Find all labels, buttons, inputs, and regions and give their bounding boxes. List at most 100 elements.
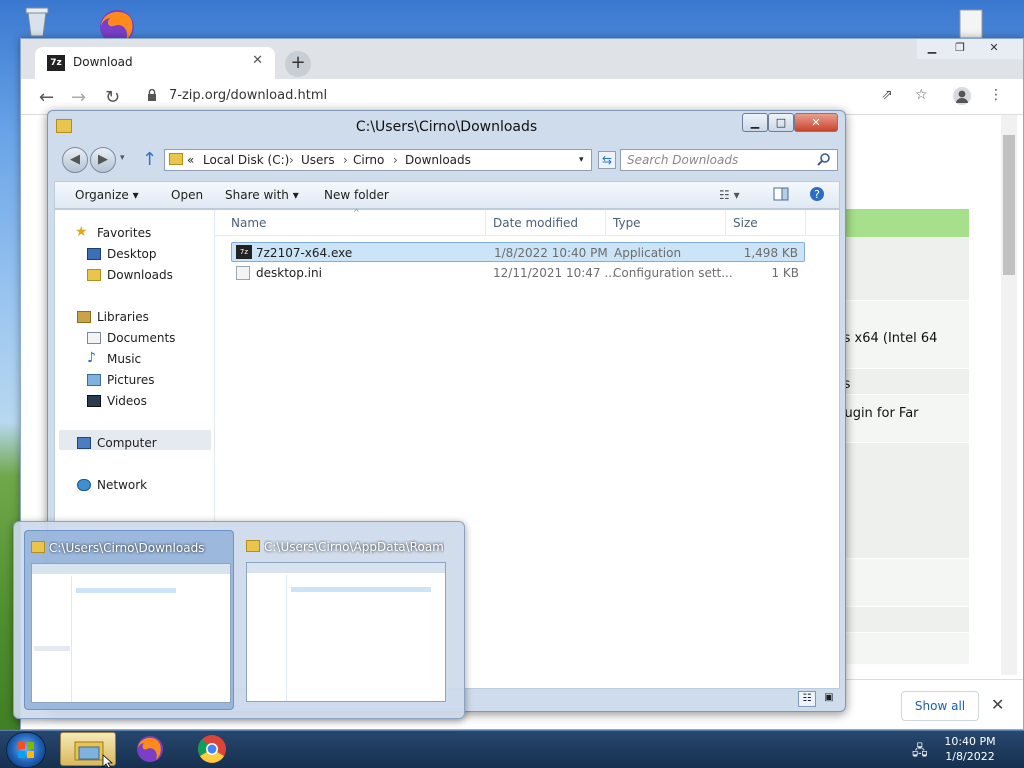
clock-time: 10:40 PM bbox=[944, 735, 996, 748]
forward-icon[interactable]: → bbox=[71, 87, 86, 108]
desktop-icon bbox=[87, 248, 101, 260]
nav-pictures[interactable]: Pictures bbox=[107, 373, 155, 387]
close-download-bar-icon[interactable]: ✕ bbox=[991, 695, 1004, 714]
breadcrumb-separator-icon[interactable]: › bbox=[393, 153, 398, 167]
pictures-icon bbox=[87, 374, 101, 386]
network-tray-icon[interactable]: 🖧 bbox=[912, 740, 928, 764]
address-dropdown-icon[interactable]: ▾ bbox=[579, 155, 584, 165]
recycle-bin-icon[interactable] bbox=[18, 4, 56, 38]
search-input[interactable]: Search Downloads bbox=[620, 149, 838, 171]
tray-clock[interactable]: 10:40 PM 1/8/2022 bbox=[930, 734, 1010, 764]
column-headers: ^ Name Date modified Type Size bbox=[215, 208, 839, 236]
folder-icon bbox=[169, 153, 183, 165]
preview-pane-icon[interactable] bbox=[773, 186, 789, 205]
taskbar-chrome-icon[interactable] bbox=[184, 732, 240, 766]
new-folder-button[interactable]: New folder bbox=[324, 188, 389, 202]
close-tab-icon[interactable]: ✕ bbox=[252, 53, 263, 68]
network-globe-icon bbox=[77, 479, 91, 491]
breadcrumb-separator-icon[interactable]: › bbox=[343, 153, 348, 167]
share-with-menu[interactable]: Share with ▾ bbox=[225, 188, 299, 202]
minimize-button[interactable]: ▁ bbox=[919, 41, 945, 55]
forward-icon[interactable]: ▶ bbox=[90, 147, 116, 173]
maximize-button[interactable]: □ bbox=[768, 113, 794, 132]
refresh-icon[interactable]: ⇆ bbox=[598, 151, 616, 169]
nav-desktop[interactable]: Desktop bbox=[107, 247, 157, 261]
thumbnail-appdata[interactable]: C:\Users\Cirno\AppData\Roami... bbox=[240, 530, 450, 710]
view-options-icon[interactable]: ☷ ▾ bbox=[719, 188, 740, 202]
reload-icon[interactable]: ↻ bbox=[105, 87, 120, 108]
thumbnail-title: C:\Users\Cirno\AppData\Roami... bbox=[264, 540, 444, 554]
chrome-window-controls: ▁ ❐ ✕ bbox=[917, 39, 1023, 59]
explorer-titlebar[interactable]: C:\Users\Cirno\Downloads ▁ □ ✕ bbox=[48, 111, 845, 143]
column-divider[interactable] bbox=[725, 210, 726, 236]
address-bar[interactable]: 7-zip.org/download.html bbox=[169, 85, 869, 107]
nav-favorites[interactable]: Favorites bbox=[97, 226, 151, 240]
breadcrumb-overflow[interactable]: « bbox=[187, 153, 194, 167]
column-type[interactable]: Type bbox=[613, 216, 641, 230]
explorer-window-controls: ▁ □ ✕ bbox=[742, 113, 838, 133]
close-window-button[interactable]: ✕ bbox=[981, 41, 1007, 55]
downloads-folder-icon bbox=[87, 269, 101, 281]
show-all-button[interactable]: Show all bbox=[901, 691, 979, 721]
column-size[interactable]: Size bbox=[733, 216, 758, 230]
new-tab-button[interactable]: + bbox=[285, 51, 311, 77]
page-row-text[interactable]: ws x64 (Intel 64 bbox=[833, 331, 937, 346]
profile-avatar-icon[interactable] bbox=[953, 87, 971, 109]
tab-strip: 7z Download ✕ + ▁ ❐ ✕ bbox=[21, 39, 1023, 79]
browser-tab[interactable]: 7z Download ✕ bbox=[35, 47, 275, 79]
file-row[interactable]: desktop.ini 12/11/2021 10:47 ... Configu… bbox=[231, 263, 805, 283]
thumbnail-downloads[interactable]: C:\Users\Cirno\Downloads bbox=[24, 530, 234, 710]
start-orb-windows-icon[interactable] bbox=[6, 732, 46, 768]
desktop-file-icon[interactable] bbox=[952, 8, 992, 42]
command-bar: Organize ▾ Open Share with ▾ New folder … bbox=[54, 181, 840, 209]
thumbnail-title: C:\Users\Cirno\Downloads bbox=[49, 541, 205, 555]
organize-menu[interactable]: Organize ▾ bbox=[75, 188, 139, 202]
column-divider[interactable] bbox=[805, 210, 806, 236]
file-row-selected[interactable]: 7z 7z2107-x64.exe 1/8/2022 10:40 PM Appl… bbox=[231, 242, 805, 262]
nav-downloads[interactable]: Downloads bbox=[107, 268, 173, 282]
taskbar-firefox-icon[interactable] bbox=[122, 732, 178, 766]
nav-computer[interactable]: Computer bbox=[97, 436, 157, 450]
breadcrumb-local-disk[interactable]: Local Disk (C:) bbox=[203, 153, 289, 167]
nav-videos[interactable]: Videos bbox=[107, 394, 147, 408]
file-name: desktop.ini bbox=[256, 266, 322, 280]
column-name[interactable]: Name bbox=[231, 216, 266, 230]
help-icon[interactable]: ? bbox=[809, 186, 825, 205]
svg-text:?: ? bbox=[814, 188, 820, 201]
close-window-button[interactable]: ✕ bbox=[794, 113, 838, 132]
thumbnail-preview bbox=[246, 562, 446, 702]
breadcrumb-users[interactable]: Users bbox=[301, 153, 335, 167]
back-icon[interactable]: ← bbox=[39, 87, 54, 108]
recent-pages-dropdown-icon[interactable]: ▾ bbox=[120, 153, 125, 163]
back-icon[interactable]: ◀ bbox=[62, 147, 88, 173]
restore-button[interactable]: ❐ bbox=[947, 41, 973, 55]
scrollbar-thumb[interactable] bbox=[1003, 135, 1015, 275]
nav-documents[interactable]: Documents bbox=[107, 331, 175, 345]
music-note-icon: ♪ bbox=[87, 350, 96, 366]
folder-icon bbox=[246, 540, 260, 552]
bookmark-star-icon[interactable]: ☆ bbox=[915, 87, 928, 103]
column-date-modified[interactable]: Date modified bbox=[493, 216, 578, 230]
breadcrumb-cirno[interactable]: Cirno bbox=[353, 153, 384, 167]
search-icon[interactable] bbox=[817, 152, 831, 169]
menu-kebab-icon[interactable]: ⋮ bbox=[989, 87, 1003, 103]
lock-icon[interactable] bbox=[147, 88, 157, 105]
address-bar[interactable]: « Local Disk (C:) › Users › Cirno › Down… bbox=[164, 149, 592, 171]
column-divider[interactable] bbox=[605, 210, 606, 236]
window-title: C:\Users\Cirno\Downloads bbox=[355, 119, 538, 135]
minimize-button[interactable]: ▁ bbox=[742, 113, 768, 132]
share-icon[interactable]: ⇗ bbox=[881, 87, 893, 103]
nav-network[interactable]: Network bbox=[97, 478, 147, 492]
taskbar-explorer-button[interactable] bbox=[60, 732, 116, 768]
libraries-icon bbox=[77, 311, 91, 323]
breadcrumb-separator-icon[interactable]: › bbox=[289, 153, 294, 167]
details-view-icon[interactable]: ☷ bbox=[798, 691, 816, 707]
up-folder-icon[interactable]: ↑ bbox=[142, 149, 157, 170]
7zip-exe-icon: 7z bbox=[236, 245, 252, 259]
breadcrumb-downloads[interactable]: Downloads bbox=[405, 153, 471, 167]
column-divider[interactable] bbox=[485, 210, 486, 236]
open-button[interactable]: Open bbox=[171, 188, 203, 202]
large-icons-view-icon[interactable]: ▣ bbox=[820, 691, 838, 707]
nav-libraries[interactable]: Libraries bbox=[97, 310, 149, 324]
nav-music[interactable]: Music bbox=[107, 352, 141, 366]
